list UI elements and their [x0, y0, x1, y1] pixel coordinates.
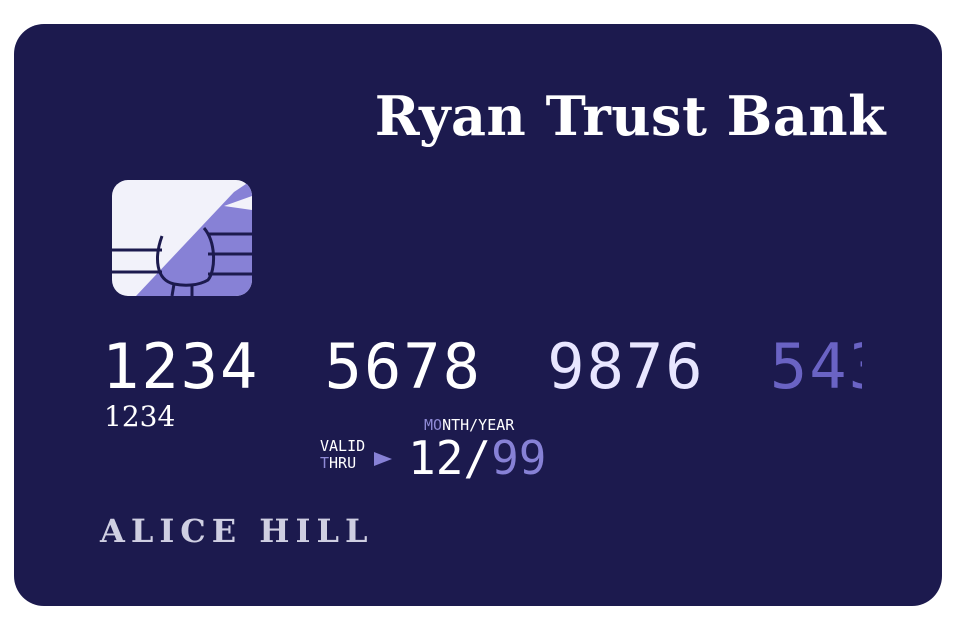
- month-year-label: MONTH/YEAR: [424, 416, 514, 434]
- card-number: 1234 5678 9876 5432: [102, 332, 862, 402]
- emv-chip-icon: [112, 180, 252, 296]
- credit-card: Ryan Trust Bank 1234 5678 9876 54 1234 M…: [14, 24, 942, 606]
- valid-thru-label: VALID THRU: [320, 438, 365, 472]
- card-number-group-2: 5678: [325, 332, 482, 402]
- triangle-right-icon: [374, 452, 392, 466]
- expiry-year: 99: [491, 434, 546, 480]
- card-number-group-4: 5432: [770, 332, 862, 402]
- valid-label: VALID: [320, 437, 366, 455]
- bank-name: Ryan Trust Bank: [374, 84, 886, 148]
- thru-label-highlight: T: [320, 454, 330, 472]
- thru-label-rest: HRU: [329, 454, 357, 472]
- expiry-date: 12/99: [408, 434, 546, 480]
- expiry-slash: /: [463, 434, 491, 480]
- card-sub-number: 1234: [104, 400, 176, 433]
- svg-text:12/99: 12/99: [408, 434, 546, 480]
- card-number-group-1: 1234: [102, 332, 259, 402]
- svg-text:1234 5678 9876: 1234 5678 9876 5432: [102, 332, 862, 402]
- thru-label: THRU: [320, 455, 365, 472]
- cardholder-name: ALICE HILL: [100, 512, 374, 550]
- card-number-group-3: 9876: [547, 332, 704, 402]
- expiry-month: 12: [408, 434, 463, 480]
- month-year-label-highlight: MO: [424, 416, 443, 434]
- month-year-label-rest: NTH/YEAR: [442, 416, 515, 434]
